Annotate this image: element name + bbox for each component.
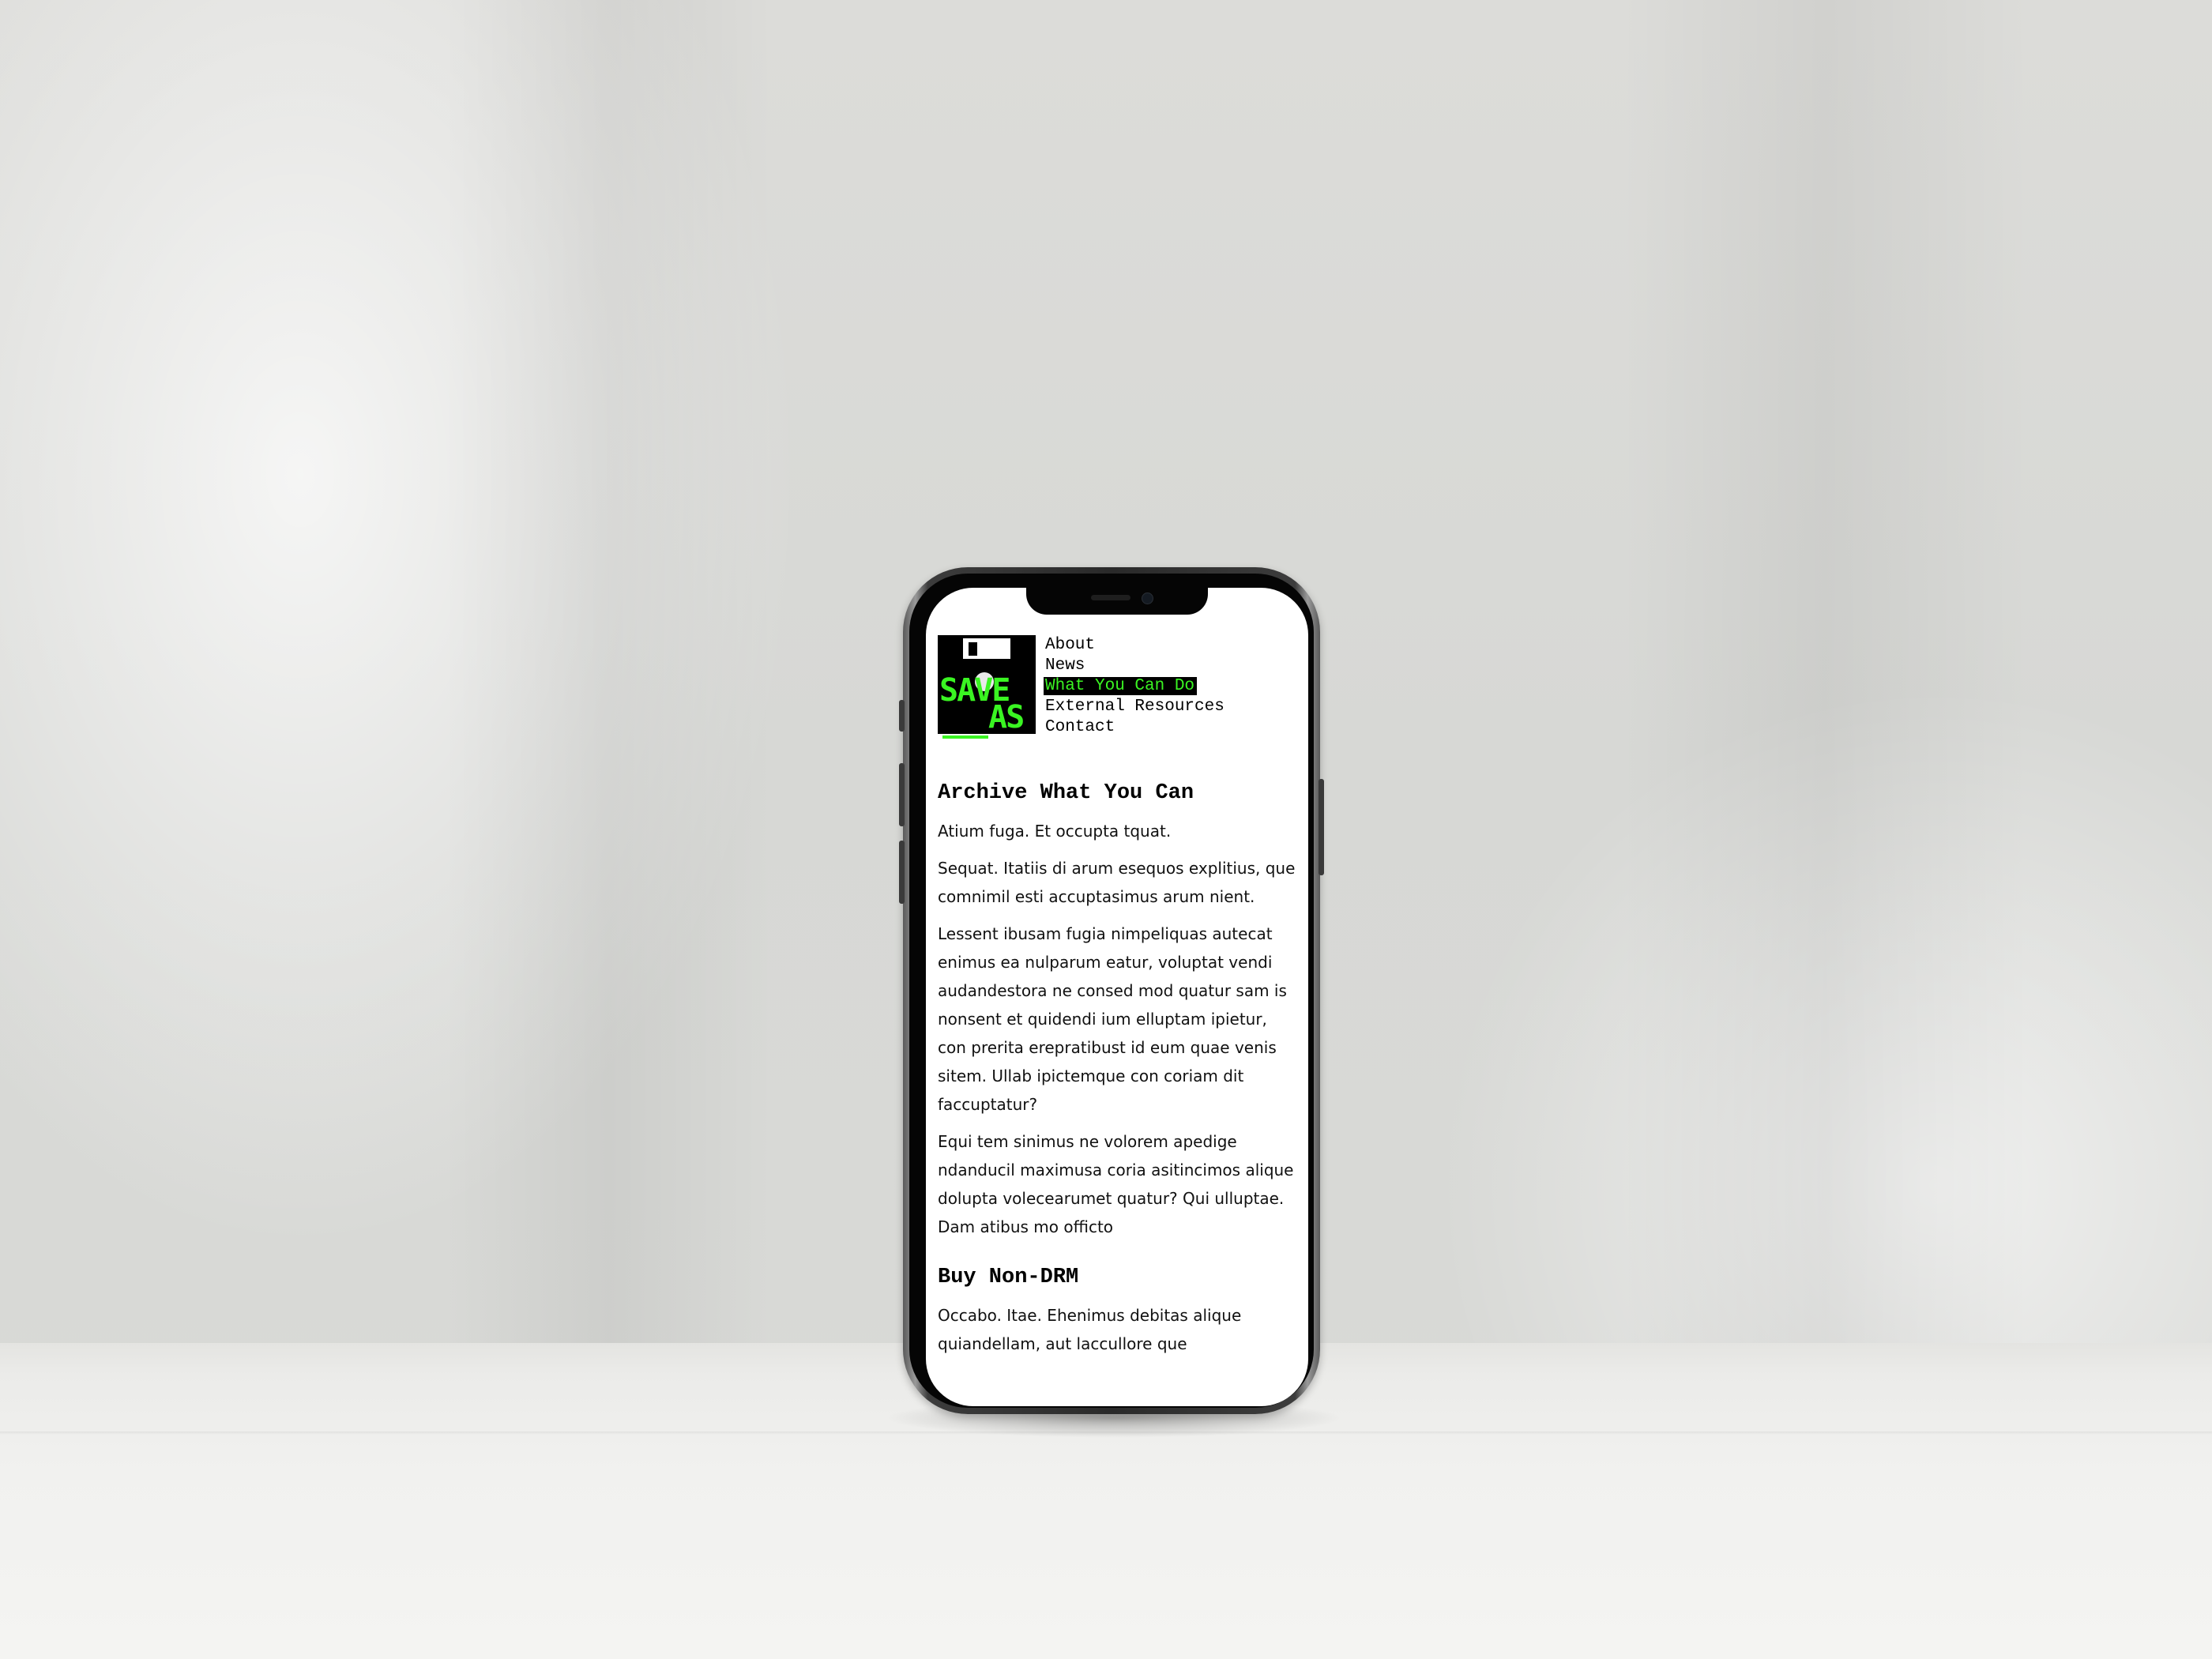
nav-item-label: Contact [1045,718,1115,736]
phone-action-button [899,700,905,732]
phone-power-button [1319,779,1324,875]
phone-notch [1026,588,1208,615]
nav-item-what-you-can-do[interactable]: What You Can Do [1044,676,1227,697]
nav-item-label: About [1045,636,1096,654]
phone-bezel: SAVE AS About News What You Can Do Exter… [909,574,1314,1408]
nav-item-news[interactable]: News [1044,656,1227,676]
nav-item-label: External Resources [1045,698,1224,716]
nav-item-contact[interactable]: Contact [1044,717,1227,738]
main-content: Archive What You Can Atium fuga. Et occu… [938,777,1300,1367]
front-camera [1142,592,1153,604]
nav-item-external-resources[interactable]: External Resources [1044,697,1227,717]
nav-item-about[interactable]: About [1044,635,1227,656]
wall-light-band [1620,0,2030,1343]
body-paragraph: Equi tem sinimus ne volorem apedige ndan… [938,1132,1294,1236]
body-paragraph: Sequat. Itatiis di arum esequos explitiu… [938,859,1296,906]
save-as-logo[interactable]: SAVE AS [938,635,1036,734]
wall-light-band [442,0,774,1343]
nav-item-label: News [1045,656,1085,675]
site-header: SAVE AS About News What You Can Do Exter… [938,635,1301,746]
phone-device: SAVE AS About News What You Can Do Exter… [899,567,1324,1414]
section-heading: Buy Non-DRM [938,1266,1079,1289]
speaker-grille [1091,595,1130,600]
body-paragraph: Atium fuga. Et occupta tquat. [938,822,1172,841]
phone-screen: SAVE AS About News What You Can Do Exter… [926,588,1308,1406]
section-heading: Archive What You Can [938,781,1194,805]
floppy-disk-icon [963,638,1010,659]
body-paragraph: Occabo. Itae. Ehenimus debitas alique qu… [938,1306,1242,1353]
phone-volume-up-button [899,763,905,826]
main-nav: About News What You Can Do External Reso… [1044,635,1227,738]
nav-item-label: What You Can Do [1044,677,1198,695]
floppy-shutter [969,642,977,656]
logo-text-as: AS [988,699,1025,735]
body-paragraph: Lessent ibusam fugia nimpeliquas autecat… [938,924,1287,1114]
phone-volume-down-button [899,841,905,904]
logo-underline [942,735,988,739]
